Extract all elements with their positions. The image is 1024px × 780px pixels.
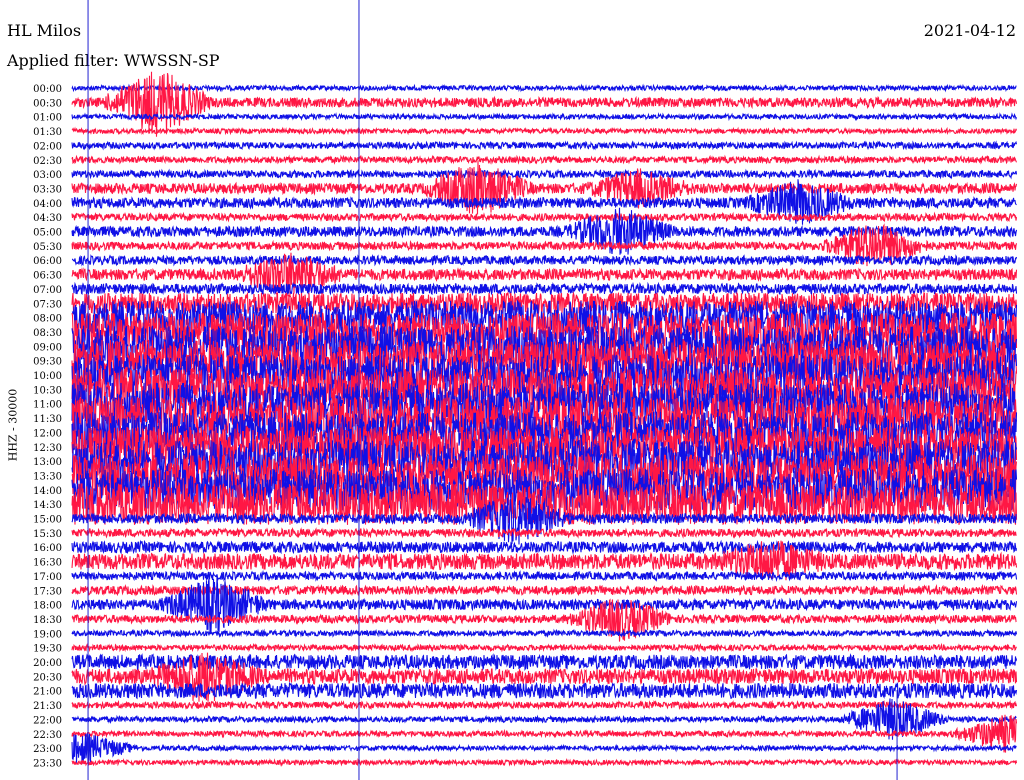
time-label: 10:00 (33, 371, 62, 382)
time-label: 19:30 (33, 644, 62, 655)
time-label: 17:30 (33, 586, 62, 597)
trace-row-0200 (71, 140, 1018, 151)
time-label: 19:00 (33, 629, 62, 640)
trace-row-0230 (71, 154, 1018, 165)
trace-row-0430 (71, 211, 1018, 223)
time-label: 08:00 (33, 314, 62, 325)
time-label: 17:00 (33, 572, 62, 583)
time-label: 15:00 (33, 515, 62, 526)
time-label: 02:30 (33, 156, 62, 167)
time-label: 20:30 (33, 672, 62, 683)
time-label: 22:30 (33, 730, 62, 741)
time-label: 11:30 (33, 414, 62, 425)
trace-group (71, 71, 1018, 767)
time-label: 22:00 (33, 715, 62, 726)
time-label: 05:00 (33, 228, 62, 239)
time-label: 21:00 (33, 687, 62, 698)
trace-row-1800 (71, 577, 1018, 633)
trace-row-0130 (71, 126, 1018, 136)
time-label: 05:30 (33, 242, 62, 253)
trace-row-0000 (71, 83, 1017, 93)
time-label: 13:30 (33, 471, 62, 482)
trace-row-2300 (71, 733, 1017, 764)
trace-row-0700 (71, 281, 1018, 297)
trace-row-1700 (71, 569, 1018, 582)
time-label: 16:00 (33, 543, 62, 554)
time-label: 03:00 (33, 170, 62, 181)
time-label: 23:00 (33, 744, 62, 755)
time-label: 04:30 (33, 213, 62, 224)
trace-row-0030 (71, 71, 1018, 137)
time-label: 06:30 (33, 271, 62, 282)
time-label: 18:00 (33, 601, 62, 612)
time-label: 00:30 (33, 98, 62, 109)
time-label: 21:30 (33, 701, 62, 712)
trace-row-1930 (71, 642, 1017, 653)
time-label: 09:00 (33, 342, 62, 353)
time-label: 01:30 (33, 127, 62, 138)
trace-row-2330 (71, 758, 1018, 767)
time-label: 07:00 (33, 285, 62, 296)
time-label: 07:30 (33, 299, 62, 310)
time-label: 00:00 (33, 84, 62, 95)
helicorder-plot: 00:00 00:30 01:00 01:30 02:00 02:30 03:00 03:30… (33, 0, 1018, 780)
time-label: 13:00 (33, 457, 62, 468)
time-label: 09:30 (33, 357, 62, 368)
time-label: 06:00 (33, 256, 62, 267)
time-label: 01:00 (33, 113, 62, 124)
time-label: 23:30 (33, 758, 62, 769)
time-label: 18:30 (33, 615, 62, 626)
time-label: 04:00 (33, 199, 62, 210)
time-label: 16:30 (33, 558, 62, 569)
trace-row-2000 (71, 653, 1018, 671)
time-label-group: 00:00 00:30 01:00 01:30 02:00 02:30 03:00 03:30… (33, 84, 62, 769)
time-label: 14:00 (33, 486, 62, 497)
time-label: 02:00 (33, 141, 62, 152)
trace-row-0300 (71, 168, 1018, 180)
time-label: 08:30 (33, 328, 62, 339)
trace-row-1600 (71, 539, 1018, 555)
time-label: 15:30 (33, 529, 62, 540)
trace-row-1530 (71, 527, 1017, 539)
time-label: 12:30 (33, 443, 62, 454)
time-label: 12:00 (33, 428, 62, 439)
trace-row-2130 (71, 699, 1018, 711)
time-label: 14:30 (33, 500, 62, 511)
time-label: 10:30 (33, 385, 62, 396)
trace-row-1900 (71, 628, 1018, 639)
trace-row-0100 (71, 112, 1018, 122)
time-label: 11:00 (33, 400, 62, 411)
time-label: 03:30 (33, 184, 62, 195)
time-label: 20:00 (33, 658, 62, 669)
